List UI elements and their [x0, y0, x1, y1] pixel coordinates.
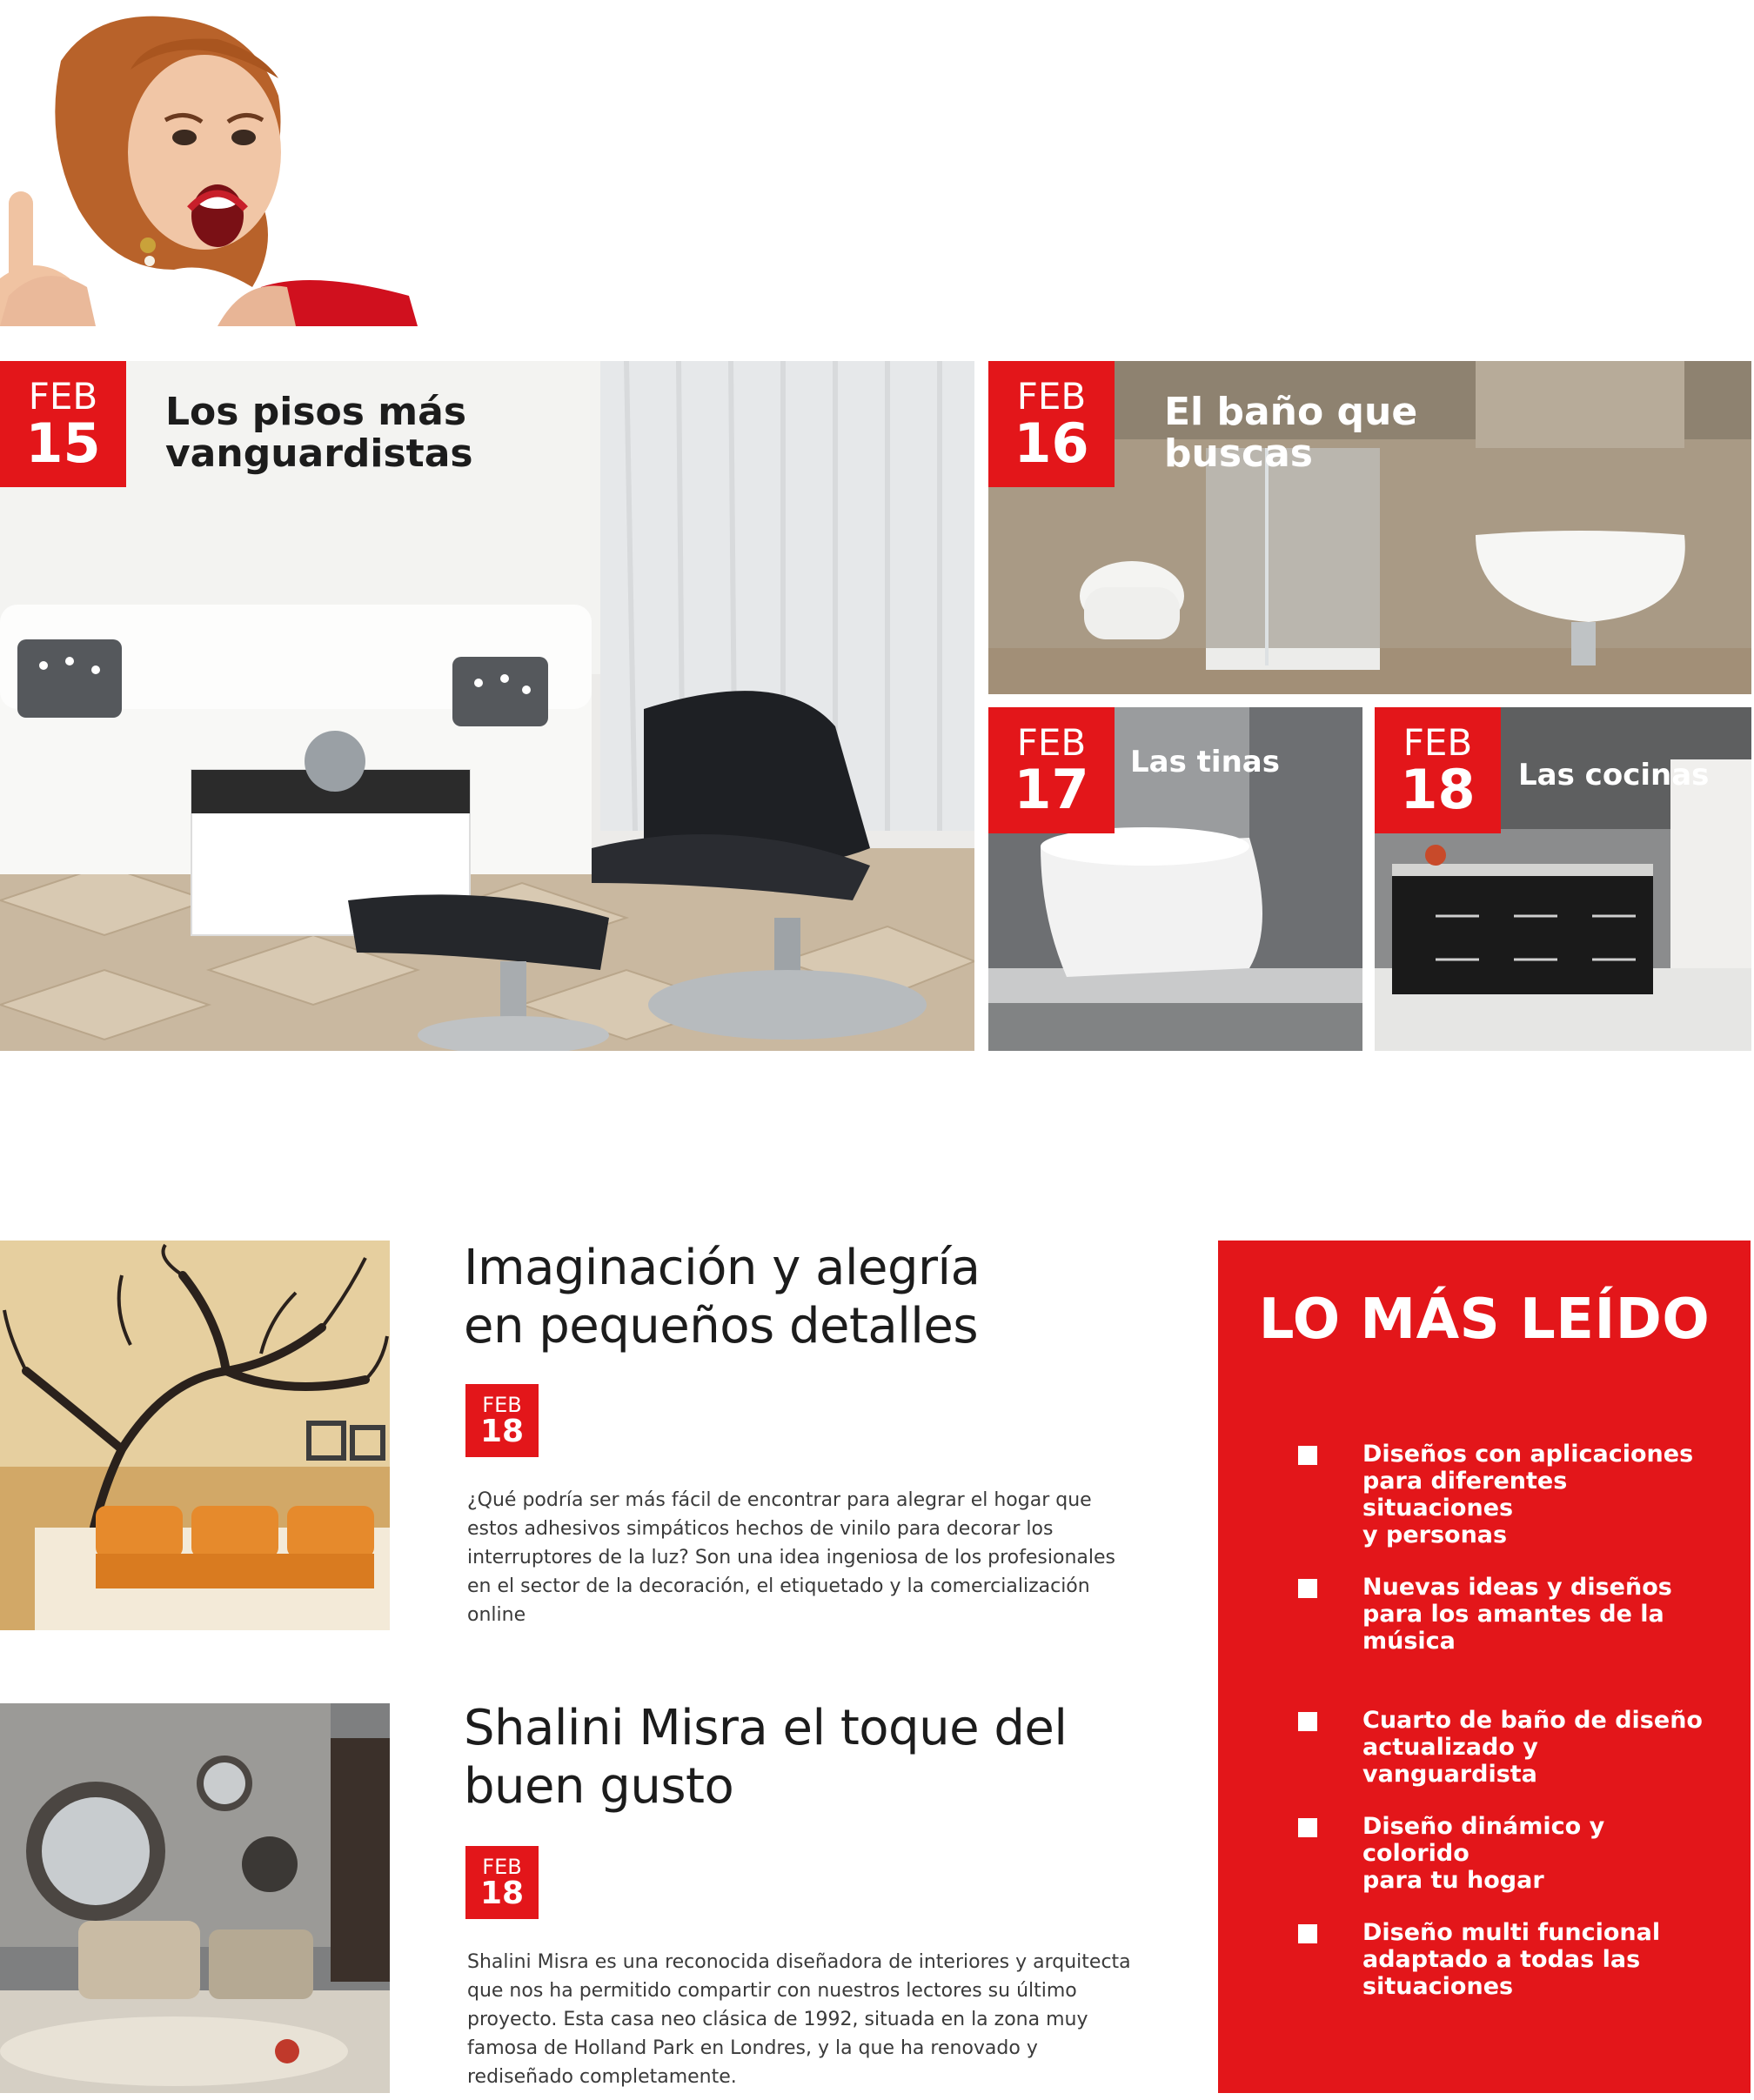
- date-day: 18: [479, 1413, 525, 1449]
- item-line: situaciones: [1362, 1973, 1514, 2000]
- article-title[interactable]: Imaginación y alegría en pequeños detall…: [464, 1239, 981, 1355]
- article-title-line: buen gusto: [464, 1758, 734, 1816]
- excerpt-line: ¿Qué podría ser más fácil de encontrar p…: [467, 1489, 1092, 1511]
- date-day: 18: [479, 1875, 525, 1911]
- square-bullet-icon: [1298, 1446, 1317, 1465]
- date-day: 18: [1400, 757, 1476, 821]
- most-read-item-label: Diseños con aplicaciones para diferentes…: [1362, 1441, 1707, 1548]
- date-month: FEB: [1016, 374, 1087, 418]
- square-bullet-icon: [1298, 1818, 1317, 1837]
- most-read-item-label: Diseño dinámico y colorido para tu hogar: [1362, 1813, 1707, 1894]
- tree-wall-photo: [0, 1241, 390, 1630]
- date-badge: FEB 18: [465, 1384, 539, 1457]
- article-image-tree-wall[interactable]: [0, 1241, 390, 1630]
- item-line: Diseño multi funcional: [1362, 1919, 1661, 1946]
- article-image-interior[interactable]: [0, 1703, 390, 2093]
- square-bullet-icon: [1298, 1712, 1317, 1731]
- tile-title-line: Los pisos más: [165, 390, 467, 434]
- date-month: FEB: [28, 374, 98, 418]
- excerpt-line: famosa de Holland Park en Londres, y la …: [467, 2037, 1038, 2059]
- item-line: y personas: [1362, 1521, 1508, 1548]
- excerpt-line: interruptores de la luz? Son una idea in…: [467, 1547, 1115, 1568]
- item-line: actualizado y vanguardista: [1362, 1734, 1538, 1788]
- date-badge: FEB 18: [465, 1846, 539, 1919]
- most-read-item[interactable]: Diseños con aplicaciones para diferentes…: [1298, 1441, 1707, 1548]
- featured-tile-bathroom[interactable]: FEB 16 El baño que buscas: [988, 361, 1751, 694]
- sidebar-title: LO MÁS LEÍDO: [1258, 1287, 1710, 1352]
- date-month: FEB: [1403, 720, 1473, 764]
- date-month: FEB: [482, 1854, 522, 1879]
- most-read-item[interactable]: Nuevas ideas y diseños para los amantes …: [1298, 1574, 1707, 1655]
- tile-title-line: vanguardistas: [165, 431, 473, 477]
- square-bullet-icon: [1298, 1579, 1317, 1598]
- tile-title-line: El baño que: [1164, 390, 1418, 434]
- tile-title: Las tinas: [1130, 746, 1280, 779]
- excerpt-line: proyecto. Esta casa neo clásica de 1992,…: [467, 2009, 1088, 2030]
- most-read-item-label: Cuarto de baño de diseño actualizado y v…: [1362, 1707, 1707, 1788]
- date-day: 15: [25, 411, 101, 475]
- excerpt-line: en el sector de la decoración, el etique…: [467, 1575, 1090, 1597]
- article-excerpt: ¿Qué podría ser más fácil de encontrar p…: [467, 1486, 1115, 1629]
- article-title-line: en pequeños detalles: [464, 1298, 979, 1355]
- date-badge: FEB 15: [0, 361, 126, 487]
- most-read-sidebar: LO MÁS LEÍDO Diseños con aplicaciones pa…: [1218, 1241, 1751, 2093]
- article-title-line: Imaginación y alegría: [464, 1240, 981, 1296]
- item-line: Cuarto de baño de diseño: [1362, 1707, 1703, 1734]
- tile-title: Los pisos más vanguardistas: [165, 391, 473, 476]
- date-badge: FEB 17: [988, 707, 1115, 833]
- mascot-woman-image: [0, 16, 418, 326]
- tile-title-line: Las cocinas: [1518, 758, 1710, 793]
- tile-title-line: Las tinas: [1130, 745, 1280, 779]
- most-read-item-label: Nuevas ideas y diseños para los amantes …: [1362, 1574, 1672, 1655]
- most-read-item[interactable]: Diseño multi funcional adaptado a todas …: [1298, 1919, 1707, 2000]
- date-day: 16: [1014, 411, 1089, 475]
- article-title-line: Shalini Misra el toque del: [464, 1700, 1068, 1756]
- item-line: adaptado a todas las: [1362, 1946, 1641, 1973]
- item-line: música: [1362, 1628, 1456, 1655]
- excerpt-line: que nos ha permitido compartir con nuest…: [467, 1980, 1077, 2002]
- article-title[interactable]: Shalini Misra el toque del buen gusto: [464, 1699, 1068, 1816]
- most-read-item[interactable]: Diseño dinámico y colorido para tu hogar: [1298, 1813, 1707, 1894]
- date-month: FEB: [1016, 720, 1087, 764]
- date-badge: FEB 18: [1375, 707, 1501, 833]
- excerpt-line: rediseñado completamente.: [467, 2066, 737, 2088]
- tile-title: El baño que buscas: [1164, 391, 1417, 476]
- square-bullet-icon: [1298, 1924, 1317, 1943]
- most-read-item-label: Diseño multi funcional adaptado a todas …: [1362, 1919, 1660, 2000]
- date-month: FEB: [482, 1392, 522, 1417]
- item-line: para los amantes de la: [1362, 1601, 1664, 1628]
- excerpt-line: Shalini Misra es una reconocida diseñado…: [467, 1951, 1131, 1973]
- item-line: Diseños con aplicaciones: [1362, 1441, 1694, 1468]
- item-line: para diferentes situaciones: [1362, 1468, 1568, 1521]
- interior-photo: [0, 1703, 390, 2093]
- featured-tile-floors[interactable]: FEB 15 Los pisos más vanguardistas: [0, 361, 974, 1051]
- most-read-item[interactable]: Cuarto de baño de diseño actualizado y v…: [1298, 1707, 1707, 1788]
- item-line: Nuevas ideas y diseños: [1362, 1574, 1672, 1601]
- living-room-photo: [0, 361, 974, 1051]
- date-day: 17: [1014, 757, 1089, 821]
- excerpt-line: online: [467, 1604, 526, 1626]
- tile-title: Las cocinas: [1518, 759, 1709, 792]
- featured-tile-bathtubs[interactable]: FEB 17 Las tinas: [988, 707, 1362, 1051]
- article-excerpt: Shalini Misra es una reconocida diseñado…: [467, 1948, 1131, 2091]
- date-badge: FEB 16: [988, 361, 1115, 487]
- tile-title-line: buscas: [1164, 431, 1313, 477]
- excerpt-line: estos adhesivos simpáticos hechos de vin…: [467, 1518, 1054, 1540]
- item-line: Diseño dinámico y colorido: [1362, 1813, 1605, 1867]
- featured-tile-kitchens[interactable]: FEB 18 Las cocinas: [1375, 707, 1751, 1051]
- item-line: para tu hogar: [1362, 1867, 1544, 1894]
